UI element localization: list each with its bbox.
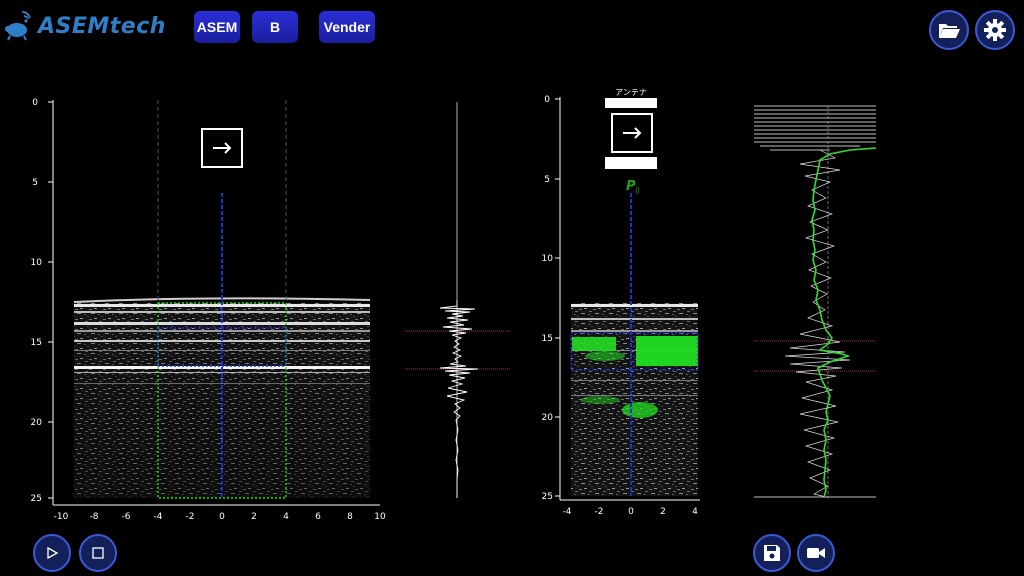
right-xtick: 4 (692, 507, 698, 517)
turtle-logo-icon (5, 11, 31, 41)
left-ytick: 0 (32, 98, 38, 108)
green-detection-overlay (572, 336, 698, 418)
left-ytick: 25 (31, 494, 42, 504)
right-ytick: 25 (542, 492, 553, 502)
right-arrow-icon (623, 127, 642, 139)
left-bscan-plot: 0 5 10 15 20 25 -10 -8 -6 -4 -2 0 2 4 6 … (31, 98, 386, 522)
p-parallel-subscript: || (635, 186, 640, 194)
left-xtick: 4 (283, 512, 289, 522)
play-button[interactable] (33, 534, 71, 572)
left-xtick: -2 (186, 512, 195, 522)
left-ascan-waveform (405, 102, 510, 498)
p-parallel-label: P (626, 179, 636, 194)
right-xtick: 2 (660, 507, 666, 517)
left-xtick: -6 (122, 512, 131, 522)
left-xtick: -4 (154, 512, 163, 522)
left-ytick: 20 (31, 418, 43, 428)
left-xtick: 8 (347, 512, 353, 522)
left-xtick: 6 (315, 512, 321, 522)
left-ytick: 15 (31, 338, 42, 348)
right-ytick: 15 (542, 334, 553, 344)
record-button[interactable] (797, 534, 835, 572)
left-xtick: 2 (251, 512, 257, 522)
asem-button[interactable]: ASEM (194, 11, 240, 43)
right-ytick: 0 (544, 95, 550, 105)
stop-icon (92, 547, 104, 559)
vender-button[interactable]: Vender (319, 11, 375, 43)
direction-arrow-box (201, 128, 243, 168)
right-ytick: 20 (542, 413, 554, 423)
stop-button[interactable] (79, 534, 117, 572)
right-xtick: -2 (595, 507, 604, 517)
right-xtick: -4 (563, 507, 572, 517)
video-camera-icon (807, 548, 825, 558)
left-xtick: -10 (54, 512, 69, 522)
left-xtick: 10 (374, 512, 386, 522)
app-logo: ASEMtech (4, 4, 174, 48)
settings-button[interactable] (975, 10, 1015, 50)
logo-text: ASEMtech (38, 13, 166, 39)
direction-arrow-box (611, 113, 653, 153)
right-ascan-waveform (754, 105, 877, 498)
antenna-top-bar (605, 98, 657, 108)
right-ytick: 10 (542, 254, 554, 264)
left-ytick: 10 (31, 258, 43, 268)
antenna-bottom-bar (605, 157, 657, 169)
antenna-label: アンテナ (615, 88, 647, 97)
right-ytick: 5 (544, 175, 550, 185)
save-button[interactable] (753, 534, 791, 572)
play-icon (47, 546, 59, 560)
left-xtick: 0 (219, 512, 225, 522)
folder-open-icon (939, 24, 960, 38)
b-button[interactable]: B (252, 11, 298, 43)
right-bscan-plot: 0 5 10 15 20 25 -4 -2 0 2 4 アンテナ P || (542, 88, 700, 517)
open-folder-button[interactable] (929, 10, 969, 50)
right-arrow-icon (213, 142, 232, 154)
left-ytick: 5 (32, 178, 38, 188)
gear-icon (984, 19, 1006, 41)
main-canvas: 0 5 10 15 20 25 -10 -8 -6 -4 -2 0 2 4 6 … (31, 88, 877, 522)
floppy-disk-icon (764, 545, 780, 561)
right-xtick: 0 (628, 507, 634, 517)
left-xtick: -8 (90, 512, 99, 522)
